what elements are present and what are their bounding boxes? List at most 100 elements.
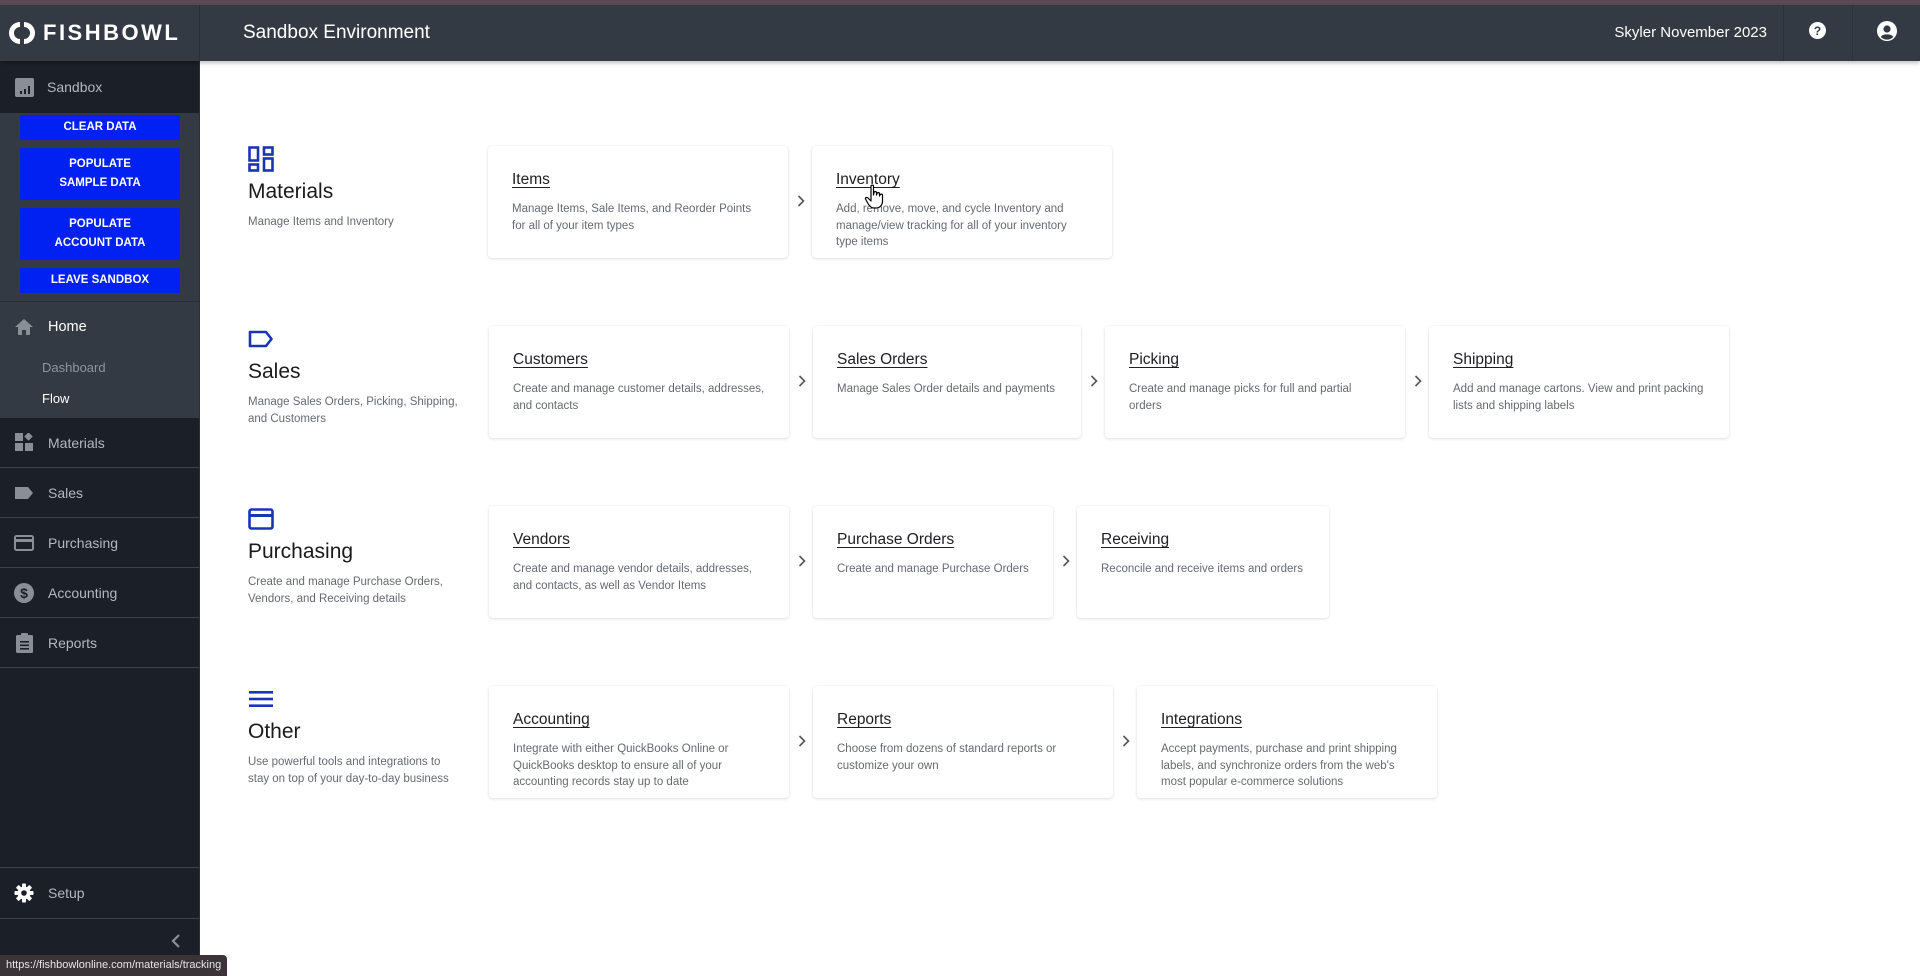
card-picking[interactable]: Picking Create and manage picks for full… xyxy=(1105,326,1405,438)
hand-pointer-cursor-icon xyxy=(864,184,886,215)
sidebar-item-label: Accounting xyxy=(48,584,118,601)
button-label-line1: POPULATE xyxy=(69,218,131,230)
clear-data-button[interactable]: CLEAR DATA xyxy=(20,115,180,140)
top-bar: FISHBOWL Sandbox Environment Skyler Nove… xyxy=(0,5,1920,61)
sidebar-item-sales[interactable]: Sales xyxy=(0,468,199,518)
chevron-right-icon xyxy=(1412,374,1424,388)
populate-account-data-button[interactable]: POPULATE ACCOUNT DATA xyxy=(20,208,180,260)
sidebar-item-label: Sandbox xyxy=(47,79,103,95)
section-title: Sales xyxy=(248,360,301,383)
sidebar-item-label: Setup xyxy=(48,885,85,901)
card-description: Create and manage Purchase Orders xyxy=(837,563,1029,575)
button-label-line1: POPULATE xyxy=(69,158,131,170)
card-description: Create and manage picks for full and par… xyxy=(1129,383,1352,412)
section-description: Manage Sales Orders, Picking, Shipping, … xyxy=(248,396,458,425)
help-button[interactable]: ? xyxy=(1783,5,1851,61)
sidebar-subitem-dashboard[interactable]: Dashboard xyxy=(0,352,199,383)
card-description: Create and manage vendor details, addres… xyxy=(513,563,753,592)
tag-icon xyxy=(14,483,34,503)
card-title[interactable]: Sales Orders xyxy=(837,351,1057,369)
home-icon xyxy=(14,317,34,337)
chevron-right-icon xyxy=(1060,554,1072,568)
card-description: Reconcile and receive items and orders xyxy=(1101,563,1303,575)
gear-icon xyxy=(14,883,34,903)
card-title[interactable]: Picking xyxy=(1129,351,1381,369)
card-description: Accept payments, purchase and print ship… xyxy=(1161,743,1397,788)
sidebar-item-label: Home xyxy=(48,319,87,335)
user-account-button[interactable] xyxy=(1852,5,1920,61)
leave-sandbox-button[interactable]: LEAVE SANDBOX xyxy=(20,268,180,293)
sidebar-group-home: Home Dashboard Flow xyxy=(0,301,199,418)
sidebar-item-accounting[interactable]: $ Accounting xyxy=(0,568,199,618)
chevron-right-icon xyxy=(796,734,808,748)
tag-outline-icon xyxy=(248,326,274,352)
card-title[interactable]: Integrations xyxy=(1161,711,1413,729)
sidebar-item-sandbox[interactable]: Sandbox xyxy=(0,61,199,113)
card-description: Add and manage cartons. View and print p… xyxy=(1453,383,1704,412)
dashboard-grid-icon xyxy=(248,146,274,172)
button-label-line2: ACCOUNT DATA xyxy=(54,237,146,249)
sandbox-actions: CLEAR DATA POPULATE SAMPLE DATA POPULATE A… xyxy=(0,113,199,301)
card-title[interactable]: Purchase Orders xyxy=(837,531,1029,549)
section-info: Purchasing Create and manage Purchase Or… xyxy=(248,506,458,607)
brand-name: FISHBOWL xyxy=(43,20,181,45)
card-shipping[interactable]: Shipping Add and manage cartons. View an… xyxy=(1429,326,1729,438)
user-account-icon xyxy=(1876,20,1897,46)
card-title[interactable]: Vendors xyxy=(513,531,765,549)
sidebar-item-materials[interactable]: Materials xyxy=(0,418,199,468)
chevron-right-icon xyxy=(1120,734,1132,748)
card-items[interactable]: Items Manage Items, Sale Items, and Reor… xyxy=(488,146,788,258)
collapse-sidebar-button[interactable] xyxy=(166,933,186,953)
chevron-right-icon xyxy=(796,554,808,568)
card-reports[interactable]: Reports Choose from dozens of standard r… xyxy=(813,686,1113,798)
svg-text:$: $ xyxy=(20,585,28,601)
fishbowl-logo-icon xyxy=(9,20,35,46)
user-name[interactable]: Skyler November 2023 xyxy=(1614,5,1767,61)
card-accounting[interactable]: Accounting Integrate with either QuickBo… xyxy=(489,686,789,798)
card-title[interactable]: Receiving xyxy=(1101,531,1305,549)
card-purchase-orders[interactable]: Purchase Orders Create and manage Purcha… xyxy=(813,506,1053,618)
card-title[interactable]: Accounting xyxy=(513,711,765,729)
card-vendors[interactable]: Vendors Create and manage vendor details… xyxy=(489,506,789,618)
card-description: Create and manage customer details, addr… xyxy=(513,383,765,412)
svg-text:?: ? xyxy=(1814,24,1821,38)
card-description: Integrate with either QuickBooks Online … xyxy=(513,743,729,788)
card-integrations[interactable]: Integrations Accept payments, purchase a… xyxy=(1137,686,1437,798)
card-receiving[interactable]: Receiving Reconcile and receive items an… xyxy=(1077,506,1329,618)
sidebar-item-setup[interactable]: Setup xyxy=(0,868,199,918)
sidebar-item-label: Purchasing xyxy=(48,534,119,551)
card-title[interactable]: Customers xyxy=(513,351,765,369)
card-sales-orders[interactable]: Sales Orders Manage Sales Order details … xyxy=(813,326,1081,438)
card-description: Choose from dozens of standard reports o… xyxy=(837,743,1057,772)
brand-logo[interactable]: FISHBOWL xyxy=(0,5,200,61)
section-title: Purchasing xyxy=(248,540,354,563)
section-description: Create and manage Purchase Orders, Vendo… xyxy=(248,576,443,605)
sidebar-subitem-flow[interactable]: Flow xyxy=(0,383,199,414)
card-title[interactable]: Reports xyxy=(837,711,1089,729)
card-title[interactable]: Shipping xyxy=(1453,351,1705,369)
clipboard-icon xyxy=(14,632,34,653)
menu-lines-icon xyxy=(248,686,274,712)
populate-sample-data-button[interactable]: POPULATE SAMPLE DATA xyxy=(20,148,180,200)
card-title[interactable]: Items xyxy=(512,171,764,189)
section-info: Materials Manage Items and Inventory xyxy=(248,146,458,231)
environment-title: Sandbox Environment xyxy=(243,22,430,43)
chevron-right-icon xyxy=(1088,374,1100,388)
chart-bar-icon xyxy=(15,77,34,97)
card-description: Manage Items, Sale Items, and Reorder Po… xyxy=(512,203,752,232)
section-description: Use powerful tools and integrations to s… xyxy=(248,756,449,785)
button-label: CLEAR DATA xyxy=(63,121,137,133)
sidebar-item-purchasing[interactable]: Purchasing xyxy=(0,518,199,568)
button-label-line2: SAMPLE DATA xyxy=(59,177,141,189)
section-info: Other Use powerful tools and integration… xyxy=(248,686,458,787)
sidebar-item-home[interactable]: Home xyxy=(0,302,199,352)
card-customers[interactable]: Customers Create and manage customer det… xyxy=(489,326,789,438)
chevron-right-icon xyxy=(796,374,808,388)
chevron-left-icon xyxy=(171,933,181,953)
sidebar-item-reports[interactable]: Reports xyxy=(0,618,199,668)
credit-card-outline-icon xyxy=(248,506,274,532)
sidebar-item-label: Materials xyxy=(48,434,105,451)
section-title: Other xyxy=(248,720,301,743)
card-inventory[interactable]: Inventory Add, remove, move, and cycle I… xyxy=(812,146,1112,258)
status-bar-url: https://fishbowlonline.com/materials/tra… xyxy=(0,955,228,976)
